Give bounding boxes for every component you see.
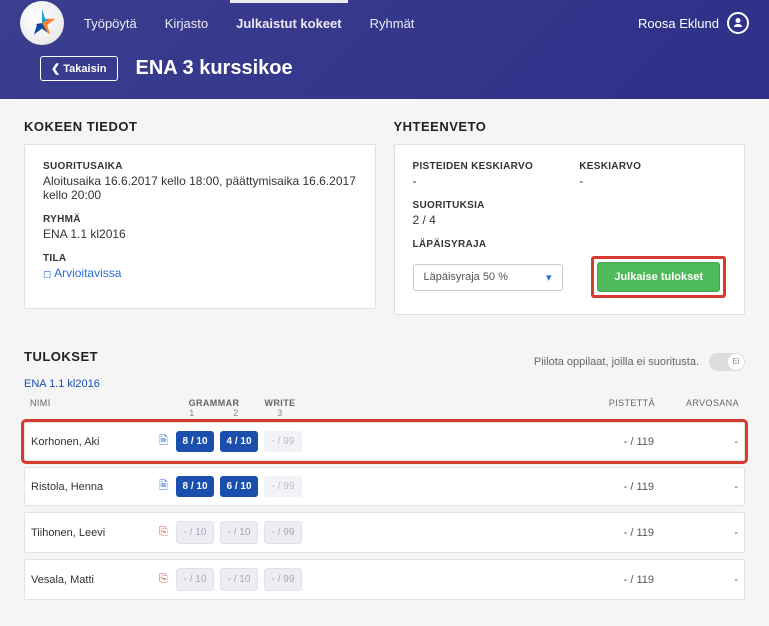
pass-label: LÄPÄISYRAJA bbox=[413, 239, 727, 250]
col-group-grammar: GRAMMAR bbox=[170, 398, 258, 408]
results-table: NIMI GRAMMAR WRITE 1 2 3 PISTETTÄ ARVOSA… bbox=[24, 398, 745, 600]
score-pill[interactable]: 4 / 10 bbox=[220, 431, 258, 452]
col-grade: ARVOSANA bbox=[685, 398, 739, 418]
group-value: ENA 1.1 kl2016 bbox=[43, 227, 357, 241]
time-label: SUORITUSAIKA bbox=[43, 161, 357, 172]
details-heading: KOKEEN TIEDOT bbox=[24, 119, 376, 134]
summary-card: PISTEIDEN KESKIARVO - KESKIARVO - SUORIT… bbox=[394, 144, 746, 315]
table-row[interactable]: Vesala, Matti⎘- / 10- / 10- / 99- / 119- bbox=[24, 559, 745, 600]
col-task-3: 3 bbox=[258, 408, 302, 418]
table-header: NIMI GRAMMAR WRITE 1 2 3 PISTETTÄ ARVOSA… bbox=[24, 398, 745, 422]
status-value: Arvioitavissa bbox=[43, 266, 357, 280]
user-menu[interactable]: Roosa Eklund bbox=[638, 12, 749, 34]
doc-icon: 🗎 bbox=[159, 432, 173, 451]
avg-label: KESKIARVO bbox=[579, 161, 726, 172]
student-name: Vesala, Matti bbox=[31, 574, 159, 586]
score-pill[interactable]: - / 99 bbox=[264, 476, 302, 497]
details-card: SUORITUSAIKA Aloitusaika 16.6.2017 kello… bbox=[24, 144, 376, 309]
avg-pts-label: PISTEIDEN KESKIARVO bbox=[413, 161, 560, 172]
avg-value: - bbox=[579, 174, 726, 188]
nav-tab-ryhmät[interactable]: Ryhmät bbox=[370, 2, 415, 45]
score-pill[interactable]: - / 99 bbox=[264, 431, 302, 452]
hide-toggle-label: Piilota oppilaat, joilla ei suoritusta. bbox=[534, 356, 699, 368]
count-label: SUORITUKSIA bbox=[413, 200, 727, 211]
student-name: Ristola, Henna bbox=[31, 481, 159, 493]
user-name: Roosa Eklund bbox=[638, 16, 719, 31]
chevron-down-icon: ▾ bbox=[546, 271, 552, 284]
count-value: 2 / 4 bbox=[413, 213, 727, 227]
pass-select[interactable]: Läpäisyraja 50 % ▾ bbox=[413, 264, 563, 291]
status-label: TILA bbox=[43, 253, 357, 264]
doc-icon: 🗎 bbox=[159, 477, 173, 496]
score-pill[interactable]: - / 99 bbox=[264, 521, 302, 544]
row-points: - / 119 bbox=[600, 574, 654, 586]
col-points: PISTETTÄ bbox=[601, 398, 655, 418]
user-icon bbox=[727, 12, 749, 34]
score-pill[interactable]: 8 / 10 bbox=[176, 476, 214, 497]
nav-tab-julkaistut kokeet[interactable]: Julkaistut kokeet bbox=[236, 2, 342, 45]
row-grade: - bbox=[684, 574, 738, 586]
publish-button[interactable]: Julkaise tulokset bbox=[597, 262, 720, 292]
row-points: - / 119 bbox=[600, 481, 654, 493]
score-pill[interactable]: - / 10 bbox=[220, 568, 258, 591]
score-pill[interactable]: 8 / 10 bbox=[176, 431, 214, 452]
col-group-write: WRITE bbox=[258, 398, 302, 408]
col-task-1: 1 bbox=[170, 408, 214, 418]
row-grade: - bbox=[684, 527, 738, 539]
row-grade: - bbox=[684, 436, 738, 448]
score-pill[interactable]: - / 10 bbox=[176, 521, 214, 544]
score-pill[interactable]: 6 / 10 bbox=[220, 476, 258, 497]
results-group: ENA 1.1 kl2016 bbox=[24, 378, 745, 390]
group-label: RYHMÄ bbox=[43, 214, 357, 225]
table-row[interactable]: Korhonen, Aki🗎8 / 10 4 / 10 - / 99 - / 119 - bbox=[24, 422, 745, 461]
col-task-2: 2 bbox=[214, 408, 258, 418]
score-pill[interactable]: - / 10 bbox=[176, 568, 214, 591]
subheader: ❮ Takaisin ENA 3 kurssikoe bbox=[0, 46, 769, 99]
navbar: TyöpöytäKirjastoJulkaistut kokeetRyhmät … bbox=[0, 0, 769, 46]
row-points: - / 119 bbox=[600, 527, 654, 539]
publish-highlight: Julkaise tulokset bbox=[591, 256, 726, 298]
score-pill[interactable]: - / 99 bbox=[264, 568, 302, 591]
row-points: - / 119 bbox=[600, 436, 654, 448]
exit-icon: ⎘ bbox=[159, 573, 173, 586]
table-row[interactable]: Ristola, Henna🗎8 / 10 6 / 10 - / 99 - / 119… bbox=[24, 467, 745, 506]
summary-heading: YHTEENVETO bbox=[394, 119, 746, 134]
back-button[interactable]: ❮ Takaisin bbox=[40, 56, 118, 81]
table-row[interactable]: Tiihonen, Leevi⎘- / 10- / 10- / 99- / 11… bbox=[24, 512, 745, 553]
hide-toggle[interactable]: Ei bbox=[709, 353, 745, 371]
app-logo-icon bbox=[20, 1, 64, 45]
avg-pts-value: - bbox=[413, 174, 560, 188]
nav-tabs: Työpöytä Kirjasto Julkaistut kokeet Ryhmät bbox=[84, 2, 414, 45]
time-value: Aloitusaika 16.6.2017 kello 18:00, päätt… bbox=[43, 174, 357, 202]
student-name: Korhonen, Aki bbox=[31, 436, 159, 448]
nav-tab-työpöytä[interactable]: Työpöytä bbox=[84, 2, 137, 45]
page-title: ENA 3 kurssikoe bbox=[136, 57, 293, 80]
toggle-knob: Ei bbox=[728, 354, 744, 370]
score-pill[interactable]: - / 10 bbox=[220, 521, 258, 544]
exit-icon: ⎘ bbox=[159, 526, 173, 539]
app-header: TyöpöytäKirjastoJulkaistut kokeetRyhmät … bbox=[0, 0, 769, 99]
row-grade: - bbox=[684, 481, 738, 493]
student-name: Tiihonen, Leevi bbox=[31, 527, 159, 539]
col-name: NIMI bbox=[30, 398, 170, 418]
page-content: KOKEEN TIEDOT SUORITUSAIKA Aloitusaika 1… bbox=[0, 99, 769, 626]
nav-tab-kirjasto[interactable]: Kirjasto bbox=[165, 2, 208, 45]
results-heading: TULOKSET bbox=[24, 349, 98, 364]
